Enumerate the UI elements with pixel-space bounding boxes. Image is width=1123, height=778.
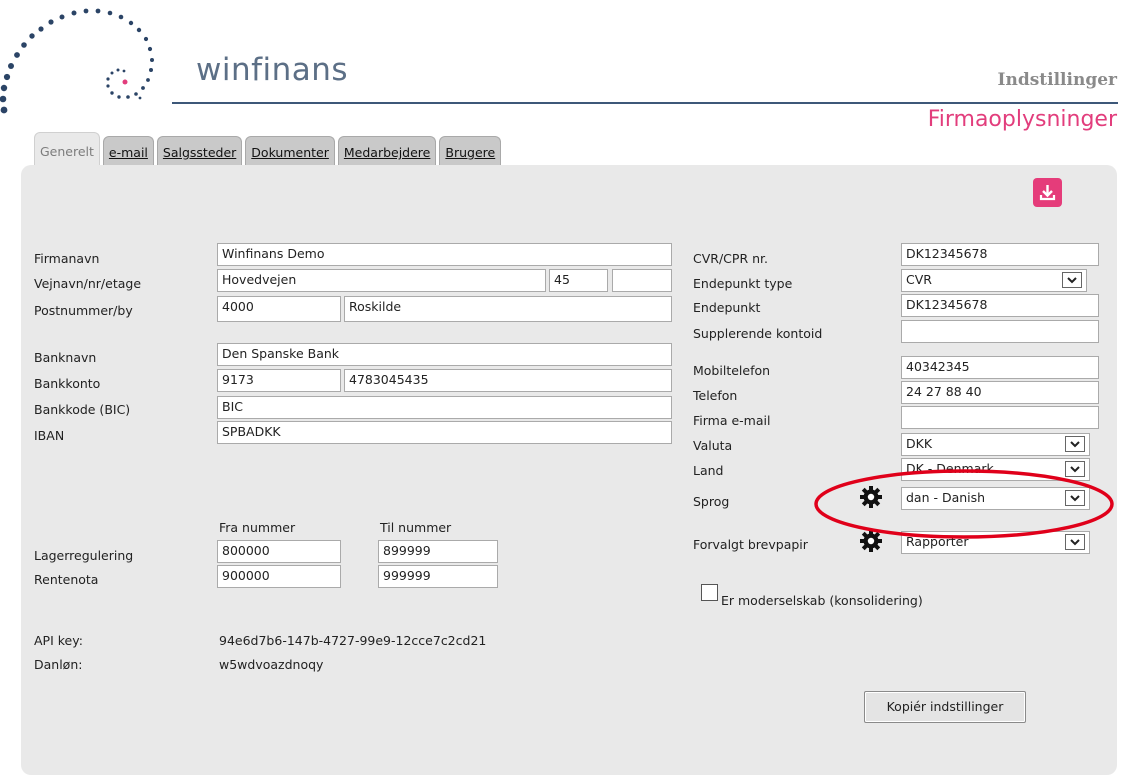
supplerende-kontoid-label: Supplerende kontoid — [693, 326, 823, 341]
fra-nummer-header: Fra nummer — [219, 520, 296, 535]
land-label: Land — [693, 463, 724, 478]
header-divider — [172, 102, 1118, 104]
api-key-value: 94e6d7b6-147b-4727-99e9-12cce7c2cd21 — [219, 633, 487, 648]
api-key-label: API key: — [34, 633, 83, 648]
bankkonto-label: Bankkonto — [34, 376, 101, 391]
moderselskab-checkbox[interactable] — [701, 584, 718, 601]
valuta-label: Valuta — [693, 438, 733, 453]
endepunkt-type-select[interactable]: CVR — [901, 269, 1087, 292]
download-button[interactable] — [1033, 178, 1062, 207]
lagerregulering-label: Lagerregulering — [34, 548, 134, 563]
tab-bar: Generelt e-mail Salgssteder Dokumenter M… — [34, 132, 502, 166]
page-title: Firmaoplysninger — [927, 107, 1117, 132]
bic-label: Bankkode (BIC) — [34, 402, 131, 417]
forvalgt-brevpapir-label: Forvalgt brevpapir — [693, 537, 808, 552]
husnr-input[interactable]: 45 — [549, 269, 608, 292]
moderselskab-label: Er moderselskab (konsolidering) — [721, 593, 923, 608]
banknavn-input[interactable]: Den Spanske Bank — [217, 343, 672, 366]
rentenota-til-input[interactable]: 999999 — [378, 565, 498, 588]
banknavn-label: Banknavn — [34, 350, 97, 365]
endepunkt-input[interactable]: DK12345678 — [901, 294, 1099, 317]
mobiltelefon-input[interactable]: 40342345 — [901, 356, 1099, 379]
download-icon — [1039, 185, 1056, 201]
tab-dokumenter[interactable]: Dokumenter — [245, 136, 335, 166]
tab-salgssteder[interactable]: Salgssteder — [156, 136, 243, 166]
etage-input[interactable] — [612, 269, 672, 292]
valuta-value: DKK — [906, 436, 933, 451]
tab-generelt[interactable]: Generelt — [34, 132, 100, 166]
postnummer-input[interactable]: 4000 — [217, 296, 341, 322]
cvr-input[interactable]: DK12345678 — [901, 243, 1099, 266]
firma-email-input[interactable] — [901, 406, 1099, 429]
chevron-down-icon — [1065, 436, 1085, 452]
winfinans-logo — [0, 8, 154, 114]
rentenota-label: Rentenota — [34, 572, 99, 587]
danlon-value: w5wdvoazdnoqy — [219, 657, 324, 672]
tab-brugere[interactable]: Brugere — [439, 136, 502, 166]
supplerende-kontoid-input[interactable] — [901, 320, 1099, 343]
copy-settings-button[interactable]: Kopiér indstillinger — [864, 691, 1026, 723]
brand-name: winfinans — [196, 52, 349, 88]
section-label: Indstillinger — [997, 70, 1117, 90]
by-input[interactable]: Roskilde — [344, 296, 672, 322]
firmanavn-label: Firmanavn — [34, 251, 100, 266]
chevron-down-icon — [1062, 272, 1082, 288]
rentenota-fra-input[interactable]: 900000 — [217, 565, 341, 588]
firmanavn-input[interactable]: Winfinans Demo — [217, 243, 672, 266]
til-nummer-header: Til nummer — [380, 520, 452, 535]
vejnavn-input[interactable]: Hovedvejen — [217, 269, 546, 292]
iban-label: IBAN — [34, 428, 65, 443]
tab-medarbejdere[interactable]: Medarbejdere — [337, 136, 437, 166]
regnr-input[interactable]: 9173 — [217, 369, 341, 392]
endepunkt-label: Endepunkt — [693, 300, 761, 315]
endepunkt-type-value: CVR — [906, 272, 932, 287]
lagerregulering-til-input[interactable]: 899999 — [378, 540, 498, 563]
mobiltelefon-label: Mobiltelefon — [693, 363, 771, 378]
bic-input[interactable]: BIC — [217, 396, 672, 419]
firma-email-label: Firma e-mail — [693, 413, 771, 428]
highlight-ellipse — [814, 469, 1114, 539]
sprog-label: Sprog — [693, 494, 730, 509]
vejnavn-label: Vejnavn/nr/etage — [34, 276, 142, 291]
cvr-label: CVR/CPR nr. — [693, 251, 768, 266]
telefon-label: Telefon — [693, 388, 738, 403]
valuta-select[interactable]: DKK — [901, 433, 1090, 456]
tab-email[interactable]: e-mail — [102, 136, 154, 166]
iban-input[interactable]: SPBADKK — [217, 421, 672, 444]
telefon-input[interactable]: 24 27 88 40 — [901, 381, 1099, 404]
lagerregulering-fra-input[interactable]: 800000 — [217, 540, 341, 563]
kontonr-input[interactable]: 4783045435 — [344, 369, 672, 392]
endepunkt-type-label: Endepunkt type — [693, 276, 793, 291]
postnummer-by-label: Postnummer/by — [34, 303, 133, 318]
danlon-label: Danløn: — [34, 657, 83, 672]
